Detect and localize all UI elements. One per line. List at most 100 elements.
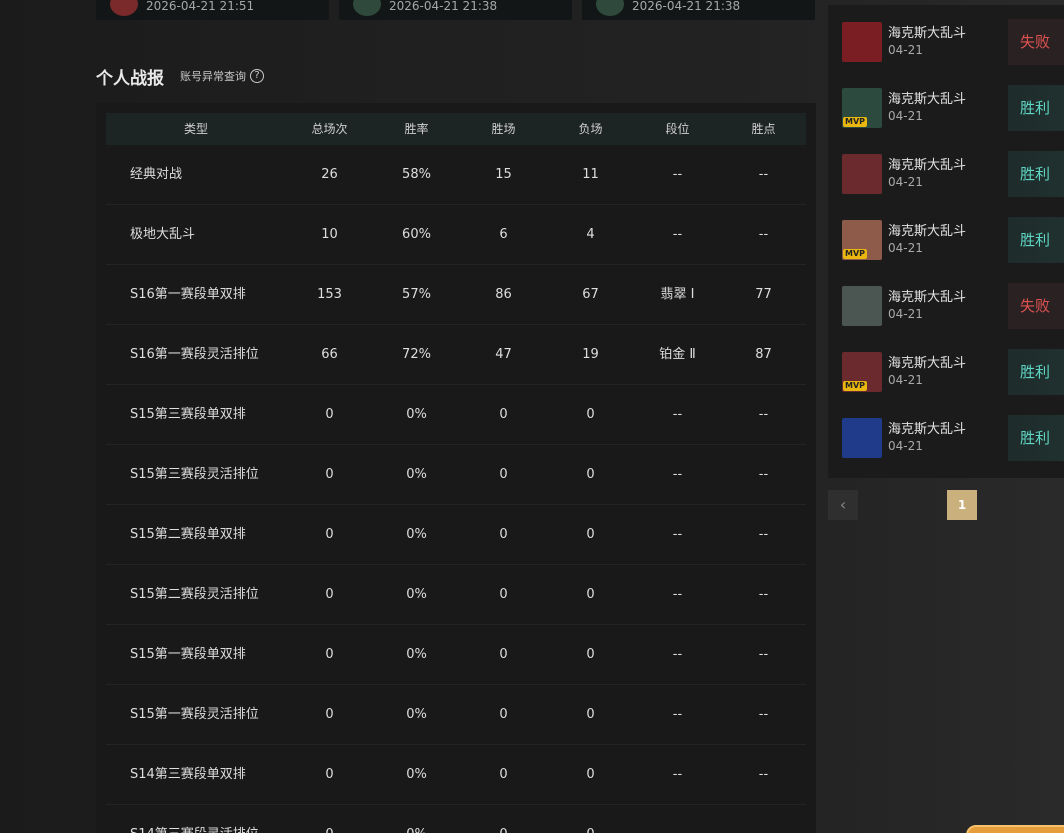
match-result-badge: 胜利 (1008, 151, 1064, 197)
match-time: 2026-04-21 21:38 (632, 0, 741, 13)
table-row: 经典对战 26 58% 15 11 -- -- (106, 145, 806, 205)
cell-rank: -- (672, 467, 683, 482)
cell-total: 0 (325, 647, 334, 662)
cell-rank (634, 805, 721, 833)
match-result-badge: 胜利 (1008, 349, 1064, 395)
cell-lp: -- (758, 587, 769, 602)
cell-losses: 0 (586, 707, 595, 722)
match-item[interactable]: 海克斯大乱斗 04-21 胜利 (842, 415, 1064, 461)
pager-prev-button[interactable]: ‹ (828, 490, 858, 520)
recent-match-card[interactable]: 2026-04-21 21:38 (339, 0, 572, 20)
section-title: 个人战报 (96, 69, 164, 89)
mvp-badge: MVP (843, 381, 868, 391)
help-icon[interactable]: ? (250, 69, 264, 83)
champion-avatar: MVP (842, 220, 882, 260)
table-row: S15第二赛段单双排 0 0% 0 0 -- -- (106, 505, 806, 565)
match-item[interactable]: 海克斯大乱斗 04-21 失败 (842, 283, 1064, 329)
mvp-badge: MVP (843, 249, 868, 259)
table-row: S15第一赛段单双排 0 0% 0 0 -- -- (106, 625, 806, 685)
match-date: 04-21 (888, 175, 923, 189)
match-date: 04-21 (888, 439, 923, 453)
column-header-type: 类型 (183, 122, 208, 136)
cell-type: S14第三赛段单双排 (130, 767, 246, 782)
champion-avatar (842, 22, 882, 62)
cell-lp: -- (758, 707, 769, 722)
cell-wins: 0 (499, 767, 508, 782)
pager-page-current[interactable]: 1 (947, 490, 977, 520)
match-result-badge: 失败 (1008, 283, 1064, 329)
cell-winrate: 0% (406, 407, 427, 422)
match-item[interactable]: MVP 海克斯大乱斗 04-21 胜利 (842, 349, 1064, 395)
table-row: S16第一赛段灵活排位 66 72% 47 19 铂金 Ⅱ 87 (106, 325, 806, 385)
cell-winrate: 60% (402, 227, 431, 242)
cell-lp: -- (758, 227, 769, 242)
match-item[interactable]: MVP 海克斯大乱斗 04-21 胜利 (842, 85, 1064, 131)
column-header-losses: 负场 (578, 122, 603, 136)
cell-rank: -- (672, 647, 683, 662)
cell-rank: 铂金 Ⅱ (659, 347, 696, 362)
recent-match-card[interactable]: 2026-04-21 21:38 (582, 0, 815, 20)
stats-table-panel: 类型 总场次 胜率 胜场 负场 段位 胜点 经典对战 26 58% 15 11 -- -- 极… (96, 103, 816, 833)
match-date: 04-21 (888, 373, 923, 387)
cell-lp: -- (758, 467, 769, 482)
cell-wins: 47 (495, 347, 512, 362)
cell-losses: 67 (582, 287, 599, 302)
cell-lp: -- (758, 527, 769, 542)
match-mode: 海克斯大乱斗 (888, 224, 967, 239)
match-mode: 海克斯大乱斗 (888, 92, 967, 107)
cell-lp: -- (758, 407, 769, 422)
column-header-total: 总场次 (311, 122, 348, 136)
match-result-badge: 胜利 (1008, 85, 1064, 131)
match-history-panel: 海克斯大乱斗 04-21 失败 MVP 海克斯大乱斗 04-21 胜利 海克斯大乱斗 04-21… (828, 5, 1064, 478)
cell-wins: 0 (499, 587, 508, 602)
match-date: 04-21 (888, 241, 923, 255)
champion-avatar (842, 418, 882, 458)
match-time: 2026-04-21 21:38 (389, 0, 498, 13)
cell-wins: 0 (499, 707, 508, 722)
cell-winrate: 0% (406, 707, 427, 722)
recent-match-card[interactable]: 2026-04-21 21:51 (96, 0, 329, 20)
abnormal-account-query-link[interactable]: 账号异常查询 ? (180, 68, 264, 84)
table-row: 极地大乱斗 10 60% 6 4 -- -- (106, 205, 806, 265)
cell-rank: -- (672, 167, 683, 182)
cell-rank: -- (672, 707, 683, 722)
cell-rank: -- (672, 767, 683, 782)
cell-winrate: 0% (406, 467, 427, 482)
mvp-badge: MVP (843, 117, 868, 127)
cell-type: S15第一赛段单双排 (130, 647, 246, 662)
match-date: 04-21 (888, 307, 923, 321)
column-header-winrate: 胜率 (404, 122, 429, 136)
cell-winrate: 58% (402, 167, 431, 182)
cell-type: S15第二赛段灵活排位 (130, 587, 259, 602)
match-item[interactable]: 海克斯大乱斗 04-21 失败 (842, 19, 1064, 65)
cell-type: 经典对战 (130, 167, 183, 182)
column-header-lp: 胜点 (751, 122, 776, 136)
champion-thumbnail (353, 0, 381, 16)
match-item[interactable]: 海克斯大乱斗 04-21 胜利 (842, 151, 1064, 197)
champion-avatar (842, 286, 882, 326)
cell-losses: 0 (586, 647, 595, 662)
cell-type: S16第一赛段灵活排位 (130, 347, 259, 362)
table-row: S15第一赛段灵活排位 0 0% 0 0 -- -- (106, 685, 806, 745)
cell-losses: 11 (582, 167, 599, 182)
table-row: S15第三赛段灵活排位 0 0% 0 0 -- -- (106, 445, 806, 505)
cell-total: 0 (325, 407, 334, 422)
cell-type: S15第二赛段单双排 (130, 527, 246, 542)
match-item[interactable]: MVP 海克斯大乱斗 04-21 胜利 (842, 217, 1064, 263)
champion-avatar: MVP (842, 88, 882, 128)
match-time: 2026-04-21 21:51 (146, 0, 255, 13)
cell-lp: 87 (755, 347, 772, 362)
cell-total: 26 (321, 167, 338, 182)
table-row: S14第三赛段灵活排位00%00 (106, 805, 806, 833)
recent-match-cards: 2026-04-21 21:51 2026-04-21 21:38 2026-0… (96, 0, 816, 20)
cell-rank: -- (672, 227, 683, 242)
cell-wins: 0 (499, 527, 508, 542)
match-date: 04-21 (888, 43, 923, 57)
cell-losses: 0 (547, 805, 634, 833)
cell-total: 0 (325, 527, 334, 542)
cell-rank: -- (672, 407, 683, 422)
cell-losses: 19 (582, 347, 599, 362)
action-button[interactable] (966, 825, 1064, 833)
cell-winrate: 57% (402, 287, 431, 302)
cell-losses: 0 (586, 407, 595, 422)
